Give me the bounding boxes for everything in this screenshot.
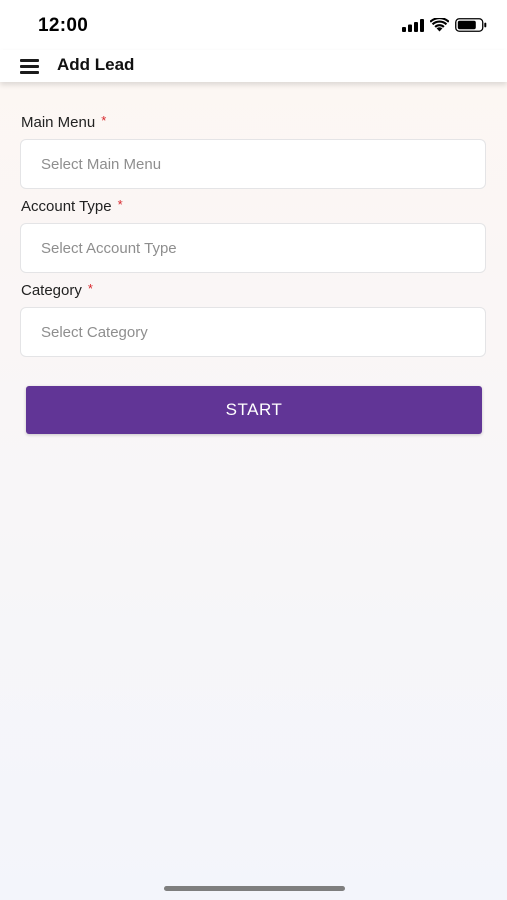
account-type-placeholder: Select Account Type: [41, 239, 177, 257]
home-indicator[interactable]: [164, 886, 345, 891]
required-marker: *: [87, 281, 93, 296]
app-bar: Add Lead: [0, 50, 507, 82]
account-type-label: Account Type *: [21, 197, 123, 215]
main-menu-select[interactable]: Select Main Menu: [20, 139, 486, 189]
account-type-label-text: Account Type: [21, 198, 112, 215]
status-bar: 12:00: [0, 0, 507, 50]
hamburger-menu-icon[interactable]: [20, 59, 39, 74]
required-marker: *: [101, 113, 107, 128]
start-button[interactable]: START: [26, 386, 482, 434]
category-label-text: Category: [21, 282, 82, 299]
account-type-select[interactable]: Select Account Type: [20, 223, 486, 273]
category-label: Category *: [21, 281, 93, 299]
main-menu-placeholder: Select Main Menu: [41, 155, 162, 173]
category-placeholder: Select Category: [41, 323, 148, 341]
status-icons: [402, 16, 487, 34]
category-select[interactable]: Select Category: [20, 307, 486, 357]
battery-icon: [455, 18, 487, 32]
required-marker: *: [117, 197, 123, 212]
signal-icon: [402, 18, 424, 32]
main-menu-label-text: Main Menu: [21, 114, 96, 131]
main-menu-label: Main Menu *: [21, 113, 106, 131]
status-time: 12:00: [38, 15, 89, 36]
page-title: Add Lead: [57, 55, 135, 74]
wifi-icon: [430, 18, 449, 32]
